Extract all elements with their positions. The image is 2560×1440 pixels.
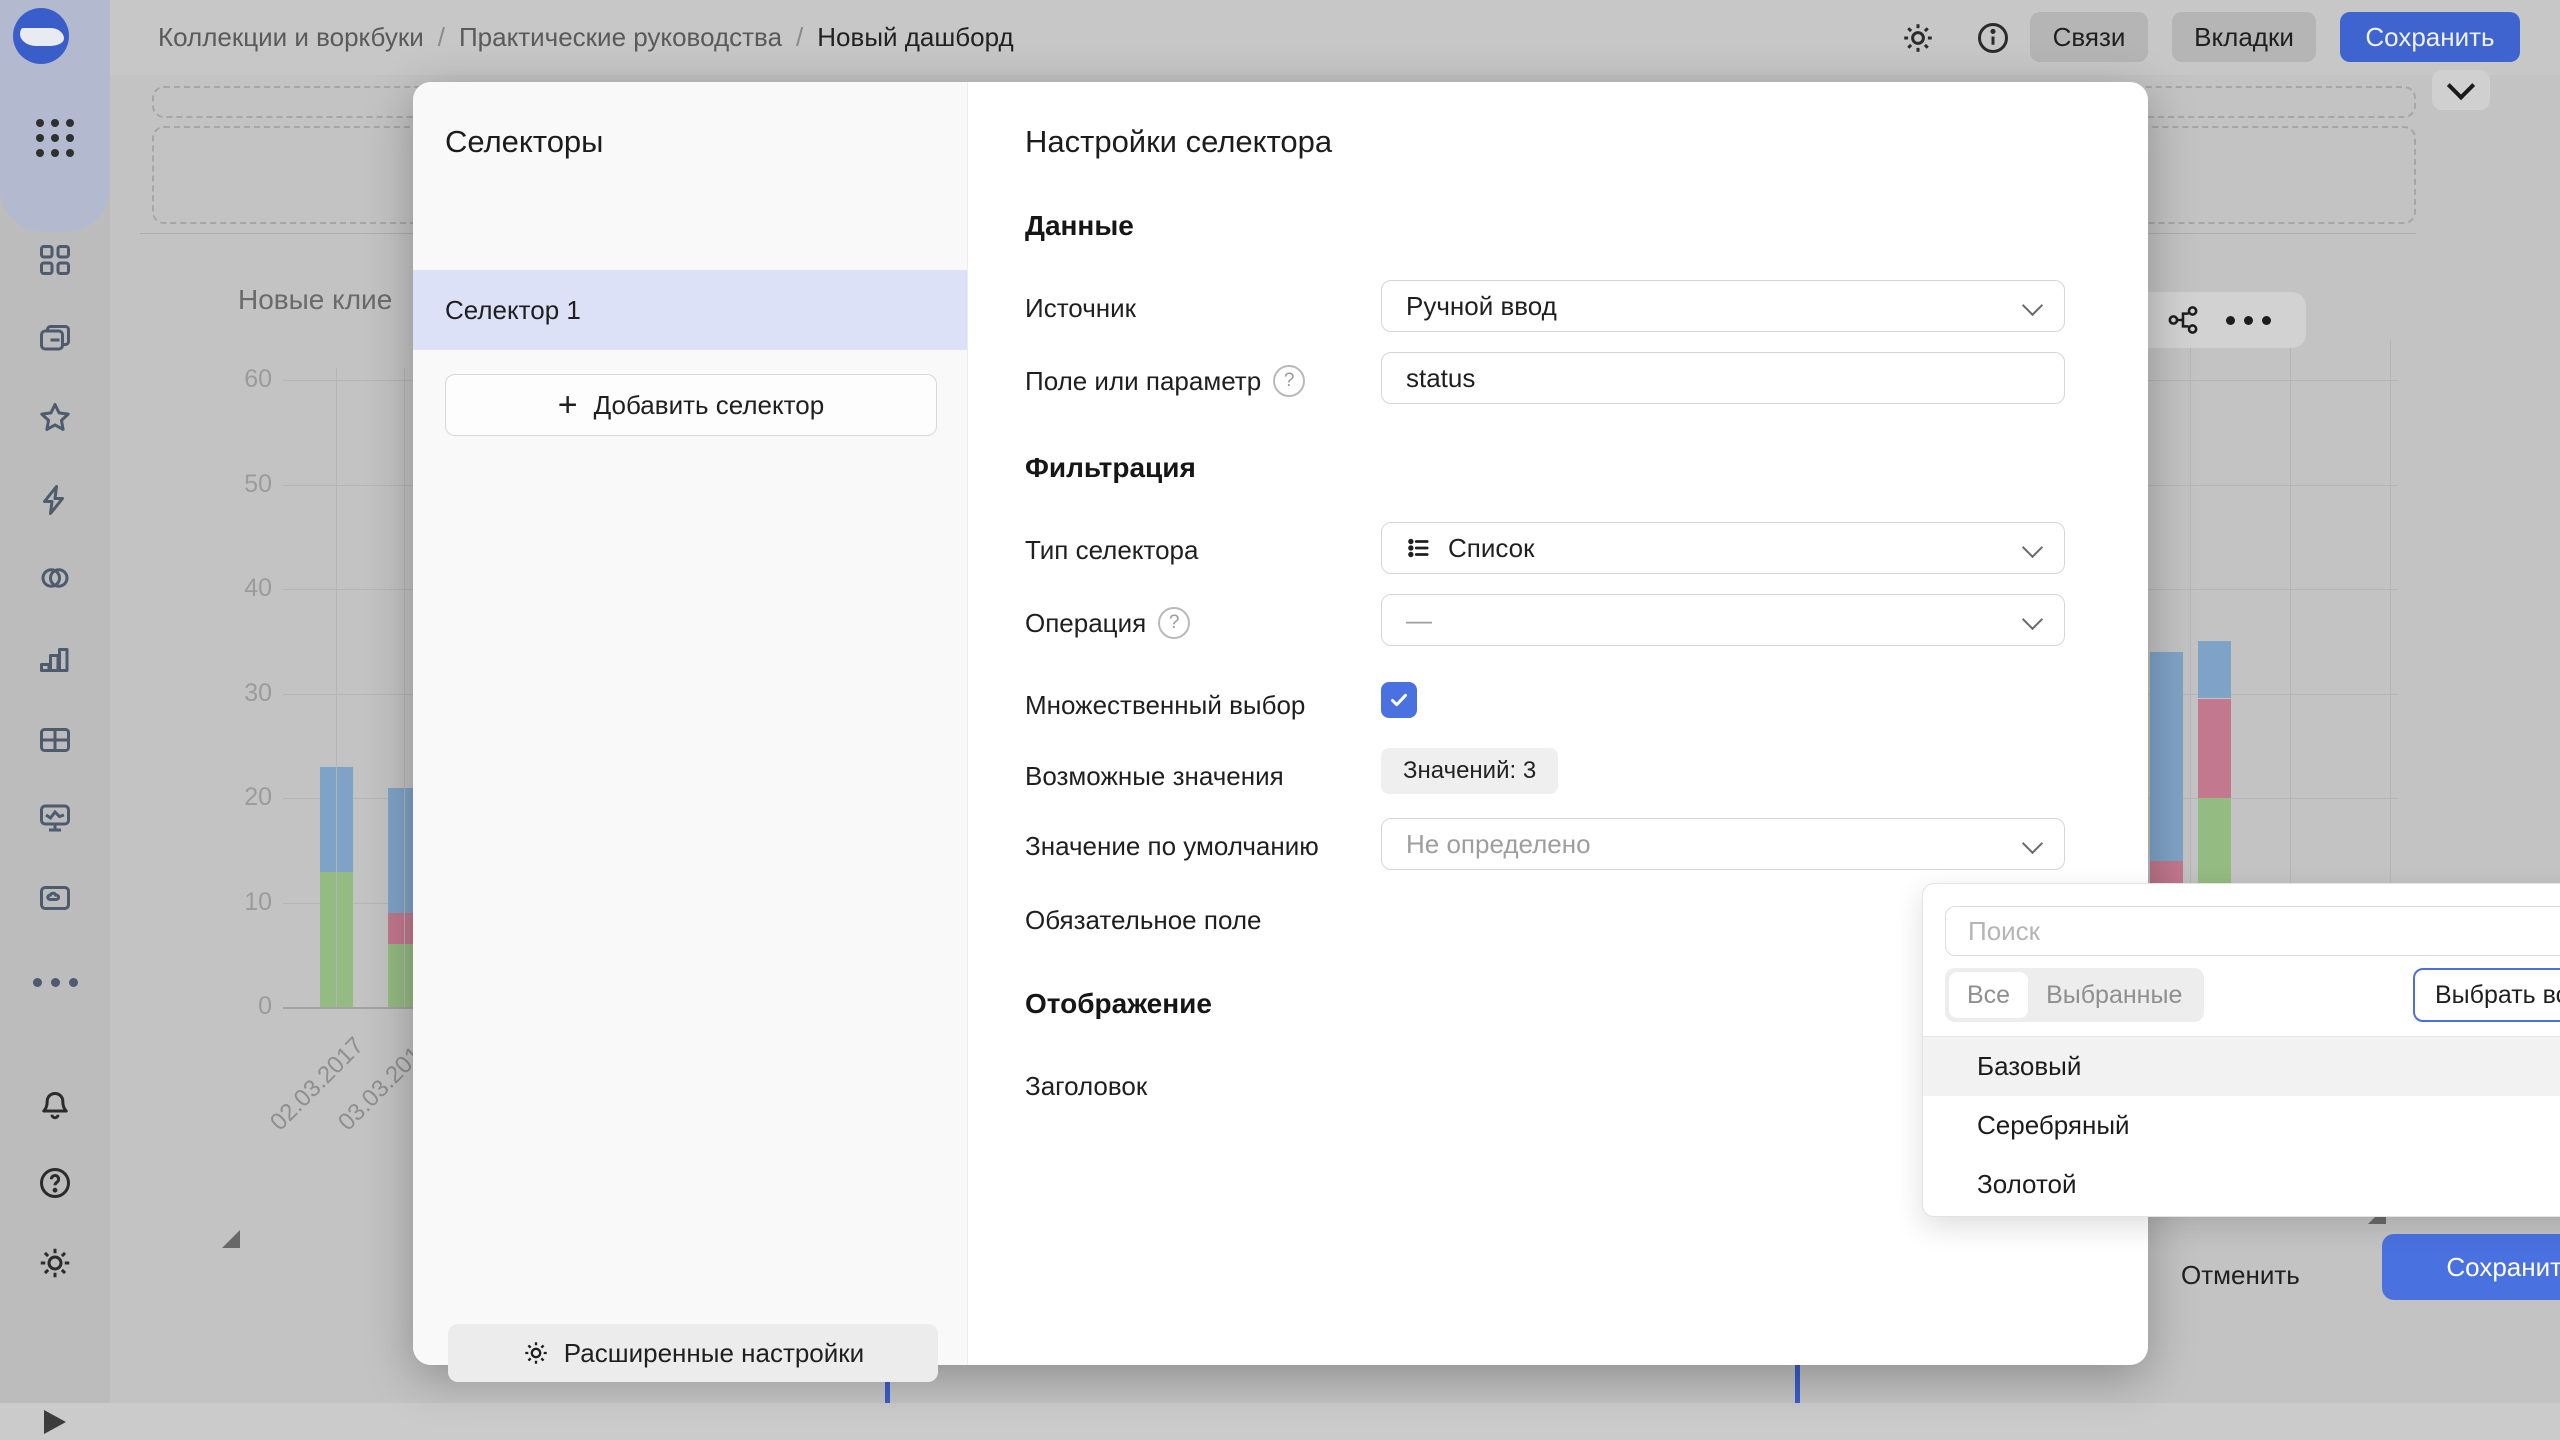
filter-tabs: Все Выбранные (1945, 968, 2204, 1022)
title-field-label: Заголовок (1025, 1071, 1147, 1102)
more-menu-icon[interactable] (2226, 316, 2271, 325)
y-tick-label: 20 (212, 783, 272, 812)
gridline-v (404, 368, 405, 1007)
check-icon (1387, 688, 1411, 712)
chevron-down-icon (2022, 833, 2043, 854)
possible-values-chip[interactable]: Значений: 3 (1381, 748, 1558, 794)
y-tick-label: 30 (212, 679, 272, 708)
selector-type-value: Список (1448, 533, 1535, 564)
save-selector-button[interactable]: Сохранить (2382, 1234, 2560, 1300)
chevron-down-icon (2022, 295, 2043, 316)
selector-type-label: Тип селектора (1025, 535, 1198, 566)
default-value-placeholder: Не определено (1406, 829, 1591, 860)
help-icon[interactable]: ? (1273, 365, 1305, 397)
section-filtering: Фильтрация (1025, 452, 1196, 484)
operation-value: — (1406, 605, 1432, 636)
multiselect-label: Множественный выбор (1025, 690, 1305, 721)
y-tick-label: 10 (212, 888, 272, 917)
section-display: Отображение (1025, 988, 1212, 1020)
operation-select[interactable]: — (1381, 594, 2065, 646)
source-label: Источник (1025, 293, 1136, 324)
bar-segment-blue (2198, 641, 2231, 698)
source-value: Ручной ввод (1406, 291, 1557, 322)
dropdown-option[interactable]: Серебряный (1923, 1096, 2560, 1155)
default-value-select[interactable]: Не определено (1381, 818, 2065, 870)
search-input[interactable]: Поиск (1945, 906, 2560, 956)
cancel-button[interactable]: Отменить (2175, 1249, 2295, 1301)
dropdown-option[interactable]: Базовый (1923, 1037, 2560, 1096)
tab-selected[interactable]: Выбранные (2028, 972, 2200, 1018)
search-placeholder: Поиск (1968, 916, 2040, 947)
plus-icon: + (558, 390, 578, 420)
tab-all[interactable]: Все (1949, 972, 2028, 1018)
chevron-down-icon (2022, 609, 2043, 630)
selector-list-item[interactable]: Селектор 1 (413, 270, 967, 350)
dropdown-option[interactable]: Золотой (1923, 1155, 2560, 1214)
settings-panel-title: Настройки селектора (1025, 124, 1332, 160)
widget-toolbar (2148, 292, 2306, 348)
gear-icon (522, 1339, 550, 1367)
y-tick-label: 50 (212, 470, 272, 499)
bottom-strip (0, 1403, 2560, 1440)
list-icon (1406, 535, 1432, 561)
section-data: Данные (1025, 210, 1134, 242)
chevron-down-icon (2022, 537, 2043, 558)
field-or-param-label: Поле или параметр ? (1025, 365, 1305, 397)
default-value-label: Значение по умолчанию (1025, 831, 1319, 862)
multiselect-checkbox[interactable] (1381, 682, 1417, 718)
bar-segment-pink (2198, 699, 2231, 798)
advanced-settings-button[interactable]: Расширенные настройки (448, 1324, 938, 1382)
help-icon[interactable]: ? (1158, 607, 1190, 639)
selectors-dialog: Селекторы Селектор 1 + Добавить селектор… (413, 82, 2148, 1365)
y-tick-label: 40 (212, 574, 272, 603)
source-select[interactable]: Ручной ввод (1381, 280, 2065, 332)
y-tick-label: 60 (212, 365, 272, 394)
required-field-label: Обязательное поле (1025, 905, 1261, 936)
field-or-param-value: status (1406, 363, 1475, 394)
expand-play-icon[interactable] (44, 1410, 66, 1434)
field-or-param-input[interactable]: status (1381, 352, 2065, 404)
selector-settings-panel: Настройки селектора ✕ Данные Источник Ру… (967, 82, 2148, 1365)
select-all-button[interactable]: Выбрать всё (2413, 968, 2560, 1022)
app-screen: Коллекции и воркбуки / Практические руко… (0, 0, 2560, 1440)
selector-item-label: Селектор 1 (445, 295, 581, 326)
default-value-dropdown: Поиск Все Выбранные Выбрать всё Базовый … (1922, 883, 2560, 1217)
add-selector-label: Добавить селектор (594, 390, 825, 421)
add-selector-button[interactable]: + Добавить селектор (445, 374, 937, 436)
bar-segment-blue (2150, 652, 2183, 861)
selectors-list-panel: Селекторы Селектор 1 + Добавить селектор… (413, 82, 968, 1365)
y-tick-label: 0 (212, 992, 272, 1021)
possible-values-label: Возможные значения (1025, 761, 1284, 792)
widget-resize-handle[interactable] (222, 1230, 240, 1248)
selectors-panel-title: Селекторы (445, 124, 603, 160)
selector-type-select[interactable]: Список (1381, 522, 2065, 574)
advanced-settings-label: Расширенные настройки (564, 1338, 864, 1369)
gridline-v (336, 368, 337, 1007)
operation-label: Операция ? (1025, 607, 1190, 639)
share-nodes-icon[interactable] (2166, 303, 2200, 337)
